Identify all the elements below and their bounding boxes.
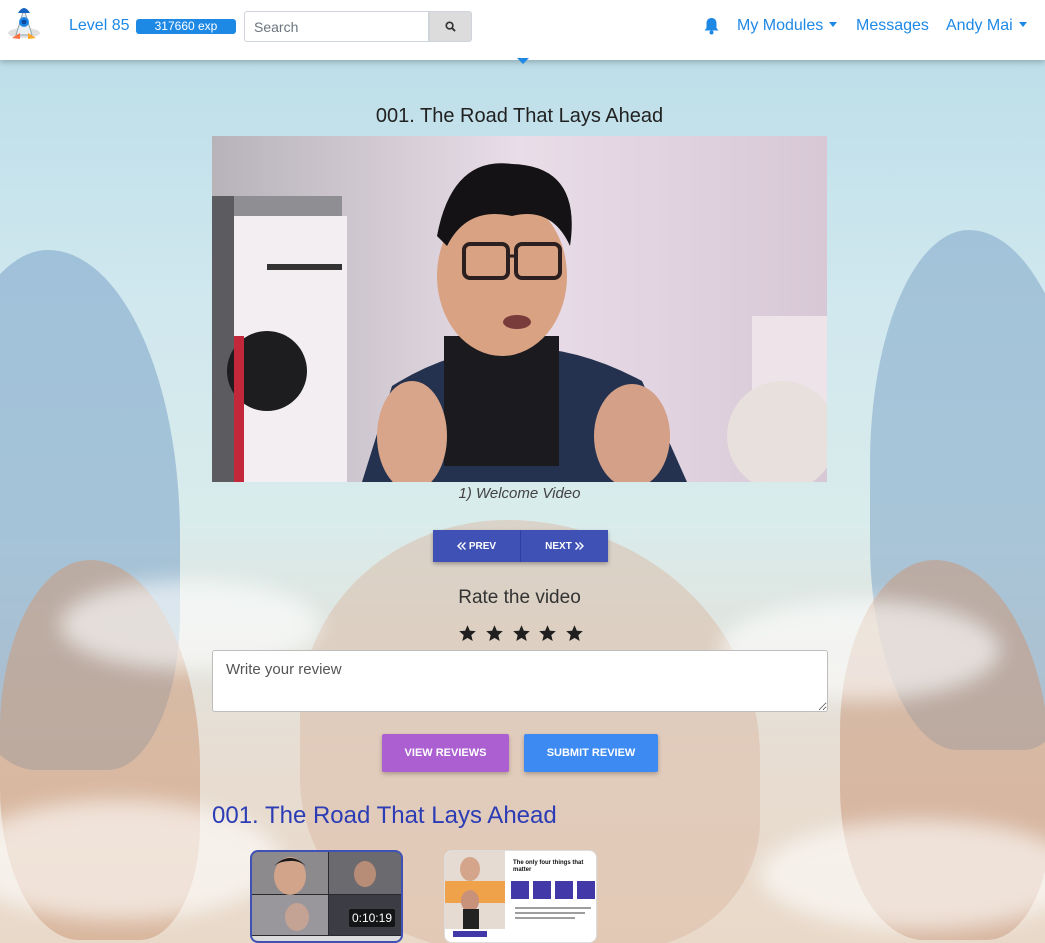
search-button[interactable] bbox=[429, 11, 472, 42]
playlist-item-2[interactable]: The only four things that matter bbox=[444, 850, 597, 943]
rate-title: Rate the video bbox=[458, 587, 581, 608]
star-icon[interactable] bbox=[458, 624, 477, 643]
playlist-item-1[interactable]: 0:10:19 bbox=[250, 850, 403, 943]
main-content: 001. The Road That Lays Ahead 1) Welcome… bbox=[0, 0, 1045, 943]
star-icon[interactable] bbox=[512, 624, 531, 643]
video-caption: 1) Welcome Video bbox=[458, 485, 581, 502]
video-duration: 0:10:19 bbox=[348, 909, 395, 927]
rocket-logo-icon[interactable] bbox=[6, 5, 42, 43]
nav-user-menu[interactable]: Andy Mai bbox=[946, 17, 1027, 35]
next-button[interactable]: NEXT bbox=[520, 530, 608, 562]
top-navbar: Level 85 317660 exp My Modules Messages … bbox=[0, 0, 1045, 60]
chevron-down-icon bbox=[1018, 22, 1027, 27]
user-name-label: Andy Mai bbox=[946, 17, 1013, 34]
video-frame-image bbox=[212, 136, 827, 482]
search-input[interactable] bbox=[244, 11, 429, 42]
level-label: Level 85 bbox=[69, 17, 130, 34]
double-chevron-left-icon bbox=[456, 542, 466, 550]
view-reviews-button[interactable]: VIEW REVIEWS bbox=[382, 734, 509, 772]
slide-heading: The only four things that matter bbox=[513, 860, 584, 873]
nav-my-modules[interactable]: My Modules bbox=[737, 17, 838, 35]
playlist-title: 001. The Road That Lays Ahead bbox=[212, 802, 557, 829]
star-icon[interactable] bbox=[538, 624, 557, 643]
prev-label: PREV bbox=[468, 540, 497, 552]
nav-my-modules-label: My Modules bbox=[737, 17, 824, 34]
next-label: NEXT bbox=[545, 540, 572, 552]
submit-review-button[interactable]: SUBMIT REVIEW bbox=[524, 734, 658, 772]
star-icon[interactable] bbox=[565, 624, 584, 643]
prev-button[interactable]: PREV bbox=[433, 530, 520, 562]
chevron-down-icon bbox=[829, 22, 838, 27]
nav-messages[interactable]: Messages bbox=[856, 17, 929, 35]
video-player[interactable] bbox=[212, 136, 827, 482]
bell-icon[interactable] bbox=[703, 17, 720, 35]
star-rating bbox=[458, 624, 584, 644]
video-thumbnail bbox=[252, 852, 401, 941]
video-pager: PREV NEXT bbox=[433, 530, 608, 562]
double-chevron-right-icon bbox=[574, 542, 584, 550]
video-title: 001. The Road That Lays Ahead bbox=[375, 105, 664, 127]
star-icon[interactable] bbox=[485, 624, 504, 643]
exp-badge: 317660 exp bbox=[136, 19, 236, 34]
nav-pointer-indicator bbox=[517, 58, 529, 64]
review-textarea[interactable] bbox=[212, 650, 828, 712]
search-icon bbox=[445, 21, 456, 32]
